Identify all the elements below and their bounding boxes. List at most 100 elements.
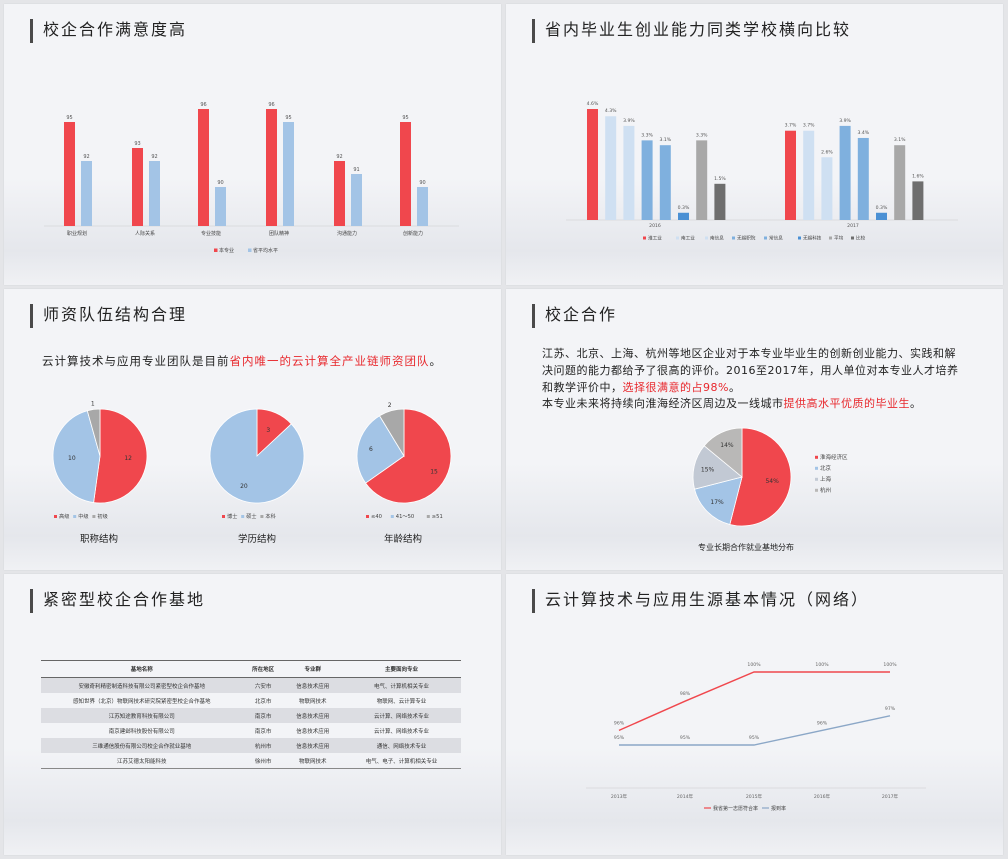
bar-value-label: 91 (353, 167, 359, 173)
legend-swatch (815, 466, 818, 470)
pie-caption-age: 年龄结构 (383, 534, 422, 545)
pie-1-value-label: 3 (266, 427, 270, 434)
legend-swatch (798, 236, 801, 240)
category-label: 沟通能力 (337, 230, 357, 237)
slide-title: 紧密型校企合作基地 (30, 589, 205, 613)
legend-swatch (248, 248, 252, 252)
legend-label: 我省第一志愿符合率 (713, 805, 758, 812)
table-cell: 杭州市 (242, 738, 284, 753)
legend-swatch (260, 515, 264, 518)
pie-0-value-label: 10 (68, 455, 76, 462)
pie-2-value-label: 2 (388, 402, 392, 409)
cooperation-paragraph-2: 本专业未来将持续向淮海经济区周边及一线城市提供高水平优质的毕业生。 (542, 397, 922, 410)
pie-0-slice-0 (93, 408, 148, 504)
slide-entrepreneurship-comparison: 省内毕业生创业能力同类学校横向比较 4.6% 4.3% 3.9% 3.3% 3.1% 0.… (506, 4, 1003, 285)
bar-0-6 (696, 140, 708, 220)
bar-0-0 (587, 109, 598, 220)
category-label: 职业规划 (67, 230, 87, 237)
table-header: 所在地区 (242, 660, 284, 678)
table-cell: 通信、网络技术专业 (341, 738, 461, 753)
table-row: 安徽奇利精密制造科技有限公司紧密型校企合作基地 六安市 信息技术应用 电气、计算机相关… (41, 677, 461, 693)
bar-value-label: 90 (217, 180, 223, 186)
table-header: 主要面向专业 (341, 660, 461, 678)
pie-2-value-label: 6 (369, 446, 373, 453)
table-header: 专业群 (283, 660, 342, 678)
legend-label: ≤40 (371, 514, 382, 520)
bar-value-label: 0.3% (678, 205, 690, 211)
bar-value-label: 4.3% (605, 108, 617, 114)
bar-value-label: 3.9% (623, 118, 635, 124)
category-label: 团队精神 (269, 230, 289, 237)
legend-swatch (241, 515, 245, 518)
table-row: 江苏艾德太阳能科技 徐州市 物联网技术 电气、电子、计算机相关专业 (41, 753, 461, 769)
bar-value-label: 3.3% (641, 132, 653, 138)
legend-swatch (764, 236, 767, 240)
legend-swatch (222, 515, 225, 518)
point-label: 96% (614, 720, 625, 726)
bar-major-5 (400, 122, 411, 226)
bar-0-2 (623, 125, 635, 220)
slide-title: 校企合作满意度高 (30, 19, 187, 43)
bar-value-label: 3.3% (696, 132, 708, 138)
legend-swatch (732, 236, 735, 240)
table-cell: 江苏艾德太阳能科技 (41, 753, 243, 769)
bar-1-7 (912, 181, 924, 220)
legend-label: 淮海经济区 (820, 453, 848, 461)
x-tick-label: 2013年 (611, 793, 628, 800)
category-label: 专业技能 (201, 230, 221, 237)
legend-label: 淮工业 (648, 235, 662, 242)
legend-swatch (676, 236, 679, 240)
legend-swatch (426, 515, 430, 518)
bar-province-4 (351, 174, 362, 226)
table-cell: 信息技术应用 (283, 738, 342, 753)
bar-1-2 (821, 157, 833, 220)
table-row: 江苏知途教育科技有限公司 南京市 信息技术应用 云计算、网络技术专业 (41, 708, 461, 723)
base-pie-value-label: 54% (765, 478, 779, 485)
bar-major-0 (64, 122, 75, 226)
bar-0-3 (641, 140, 653, 220)
bar-value-label: 92 (151, 154, 157, 160)
bar-value-label: 96 (200, 102, 206, 108)
bar-value-label: 3.1% (659, 137, 671, 143)
bar-value-label: 2.6% (821, 149, 833, 155)
x-tick-label: 2014年 (677, 793, 694, 800)
bar-value-label: 3.7% (803, 123, 815, 129)
bar-1-1 (803, 130, 815, 220)
bar-value-label: 3.1% (894, 137, 906, 143)
bar-value-label: 95 (402, 115, 408, 121)
legend-swatch (390, 515, 394, 518)
point-label: 97% (885, 706, 896, 712)
point-label: 100% (747, 662, 761, 668)
table-cell: 电气、电子、计算机相关专业 (341, 753, 461, 769)
category-label: 人际关系 (135, 230, 155, 237)
table-cell: 物联网、云计算专业 (376, 698, 427, 705)
point-label: 98% (680, 691, 691, 697)
legend-label: 平均 (834, 235, 844, 242)
graduates-highlight: 提供高水平优质的毕业生 (783, 397, 910, 410)
table-cell: 物联网技术 (283, 753, 342, 769)
table-cell: 感知世界（北京）物联网技术研究院紧密型校企合作基地 (73, 698, 211, 705)
pie-2-value-label: 15 (430, 469, 438, 476)
bar-value-label: 3.9% (839, 118, 851, 124)
point-label: 100% (815, 662, 829, 668)
legend-label: 南工业 (681, 235, 695, 242)
legend-label: 杭州 (820, 486, 831, 494)
bar-1-5 (876, 212, 887, 220)
pie-0-value-label: 1 (91, 400, 95, 407)
slide-faculty-structure: 师资队伍结构合理 云计算技术与应用专业团队是目前省内唯一的云计算全产业链师资团队… (4, 289, 501, 570)
table-cell: 信息技术应用 (296, 728, 330, 735)
legend-label: 常信息 (769, 235, 783, 242)
legend-swatch (73, 515, 77, 518)
table-cell: 南京建邺科技股份有限公司 (108, 728, 175, 735)
pie-0-value-label: 12 (124, 455, 132, 462)
bar-province-0 (81, 161, 92, 226)
legend-swatch (705, 236, 708, 240)
table-cell: 三维通信股份有限公司校企合作就业基地 (41, 738, 243, 753)
legend-swatch (815, 477, 818, 481)
category-label: 创新能力 (403, 230, 423, 237)
point-label: 96% (817, 720, 828, 726)
slide-title: 云计算技术与应用生源基本情况（网络） (532, 589, 869, 613)
slide-title: 省内毕业生创业能力同类学校横向比较 (532, 19, 851, 43)
table-row: 三维通信股份有限公司校企合作就业基地 杭州市 信息技术应用 通信、网络技术专业 (41, 738, 461, 753)
bar-0-4 (659, 145, 671, 220)
